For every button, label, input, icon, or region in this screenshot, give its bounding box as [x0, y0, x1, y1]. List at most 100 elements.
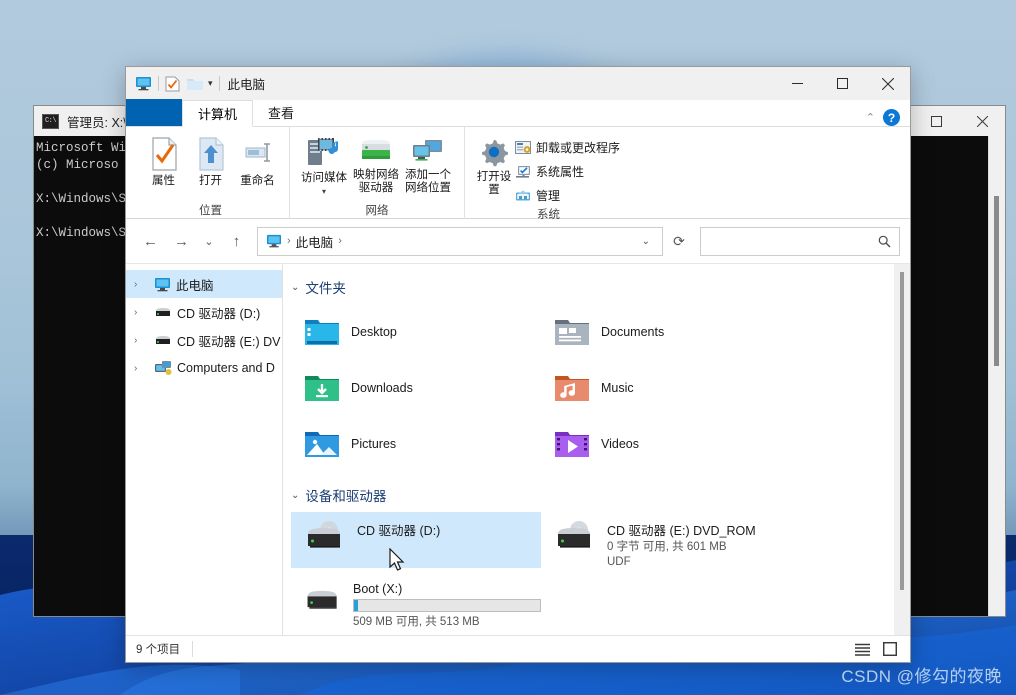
tile-cd-drive-e-capacity: 0 字节 可用, 共 601 MB	[607, 540, 756, 554]
devices-section-chevron-icon[interactable]: ⌄	[291, 490, 299, 501]
tile-boot-x-usage-fill	[354, 600, 358, 611]
new-folder-icon[interactable]	[186, 77, 204, 91]
nav-chevron-icon[interactable]: ›	[134, 363, 149, 374]
item-count: 9 个项目	[136, 641, 193, 657]
properties-button[interactable]: 属性	[140, 132, 187, 188]
map-network-drive-button[interactable]: 映射网络驱动器	[350, 132, 402, 195]
tile-boot-x[interactable]: Boot (X:) 509 MB 可用, 共 513 MB	[291, 574, 541, 635]
nav-chevron-icon[interactable]: ›	[134, 307, 149, 318]
tile-cd-drive-d-text: CD 驱动器 (D:)	[357, 520, 440, 539]
tile-cd-drive-d[interactable]: CD 驱动器 (D:)	[291, 512, 541, 568]
tab-view[interactable]: 查看	[253, 99, 309, 126]
breadcrumb-sep-1: ›	[287, 235, 291, 247]
network-computers-icon	[154, 360, 172, 376]
console-scrollbar-thumb[interactable]	[994, 196, 999, 366]
breadcrumb-this-pc-icon	[266, 234, 282, 248]
navigation-pane[interactable]: › 此电脑 › CD 驱动器 (D	[126, 264, 283, 635]
breadcrumb-sep-2[interactable]: ›	[338, 235, 342, 247]
refresh-button[interactable]: ⟳	[665, 227, 693, 256]
open-button[interactable]: 打开	[187, 132, 234, 188]
tab-file[interactable]	[126, 99, 182, 126]
add-network-location-button[interactable]: 添加一个网络位置	[402, 132, 454, 195]
nav-item-computers-and-devices[interactable]: › Computers and D	[126, 354, 282, 382]
ribbon[interactable]: 属性 打开	[126, 127, 910, 219]
system-properties-icon	[515, 164, 531, 180]
back-button[interactable]: ←	[136, 227, 165, 256]
system-properties-button[interactable]: 系统属性	[515, 161, 620, 182]
nav-item-this-pc-label: 此电脑	[176, 275, 214, 294]
search-box[interactable]	[700, 227, 900, 256]
customize-qat-chevron-icon[interactable]: ▾	[208, 78, 213, 89]
console-close-button[interactable]	[959, 106, 1005, 136]
access-media-button[interactable]: 访问媒体 ▾	[298, 132, 350, 196]
tile-documents[interactable]: Documents	[541, 304, 791, 360]
nav-item-cd-drive-d[interactable]: › CD 驱动器 (D:)	[126, 298, 282, 326]
tab-computer[interactable]: 计算机	[182, 100, 253, 127]
up-button[interactable]: ↑	[222, 227, 251, 256]
view-buttons	[852, 639, 900, 659]
explorer-titlebar[interactable]: ▾ 此电脑	[126, 67, 910, 100]
address-history-chevron-icon[interactable]: ⌄	[634, 236, 658, 247]
tile-downloads[interactable]: Downloads	[291, 360, 541, 416]
breadcrumb-this-pc[interactable]: 此电脑	[296, 232, 334, 251]
properties-check-icon[interactable]	[165, 76, 180, 92]
nav-chevron-icon[interactable]: ›	[134, 335, 149, 346]
open-settings-button[interactable]: 打开设置	[473, 132, 515, 197]
breadcrumb[interactable]: › 此电脑 › ⌄	[257, 227, 663, 256]
console-window-buttons	[913, 106, 1005, 136]
minimize-button[interactable]	[775, 67, 820, 100]
details-view-icon[interactable]	[852, 639, 872, 659]
file-explorer-window[interactable]: ▾ 此电脑 计算机 查看 ⌃ ?	[125, 66, 911, 663]
large-icons-view-icon[interactable]	[880, 639, 900, 659]
recent-locations-chevron-icon[interactable]: ⌄	[198, 227, 220, 256]
address-bar[interactable]: ← → ⌄ ↑ › 此电脑 › ⌄ ⟳	[126, 219, 910, 263]
content-scrollbar-thumb[interactable]	[900, 272, 904, 590]
music-folder-icon	[553, 372, 591, 404]
manage-label: 管理	[536, 187, 560, 204]
tile-cd-drive-d-label: CD 驱动器 (D:)	[357, 520, 440, 539]
tile-pictures[interactable]: Pictures	[291, 416, 541, 472]
close-button[interactable]	[865, 67, 910, 100]
console-maximize-button[interactable]	[913, 106, 959, 136]
manage-button[interactable]: 管理	[515, 185, 620, 206]
explorer-main: › 此电脑 › CD 驱动器 (D	[126, 263, 910, 635]
folders-section-chevron-icon[interactable]: ⌄	[291, 282, 299, 293]
ribbon-tabstrip[interactable]: 计算机 查看 ⌃ ?	[126, 100, 910, 127]
content-scrollbar[interactable]	[894, 264, 910, 635]
window-title: 此电脑	[228, 74, 266, 93]
rename-icon	[240, 136, 276, 172]
nav-chevron-icon[interactable]: ›	[134, 279, 149, 290]
tile-pictures-label: Pictures	[351, 437, 396, 451]
optical-drive-icon	[154, 305, 172, 319]
help-icon[interactable]: ?	[883, 109, 900, 126]
maximize-button[interactable]	[820, 67, 865, 100]
console-scrollbar[interactable]	[988, 136, 1005, 616]
monitor-icon	[154, 277, 171, 292]
search-icon	[878, 235, 891, 248]
tile-boot-x-capacity: 509 MB 可用, 共 513 MB	[353, 615, 541, 629]
access-media-dropdown-icon[interactable]: ▾	[322, 188, 326, 196]
content-pane[interactable]: ⌄ 文件夹 Desktop	[283, 264, 910, 635]
tile-cd-drive-e[interactable]: CD 驱动器 (E:) DVD_ROM 0 字节 可用, 共 601 MB UD…	[541, 512, 829, 574]
properties-label: 属性	[152, 175, 175, 188]
uninstall-change-program-button[interactable]: 卸载或更改程序	[515, 137, 620, 158]
forward-button[interactable]: →	[167, 227, 196, 256]
tile-boot-x-label: Boot (X:)	[353, 582, 541, 596]
tile-videos[interactable]: Videos	[541, 416, 791, 472]
tile-music[interactable]: Music	[541, 360, 791, 416]
nav-item-cd-drive-e-label: CD 驱动器 (E:) DV	[177, 331, 280, 350]
tile-desktop[interactable]: Desktop	[291, 304, 541, 360]
nav-item-cd-drive-e[interactable]: › CD 驱动器 (E:) DV	[126, 326, 282, 354]
devices-section-title: 设备和驱动器	[305, 485, 386, 505]
window-controls	[775, 67, 910, 100]
nav-item-this-pc[interactable]: › 此电脑	[126, 270, 282, 298]
tile-documents-label: Documents	[601, 325, 664, 339]
search-input[interactable]	[709, 234, 878, 248]
watermark: CSDN @修勾的夜晚	[841, 662, 1002, 687]
folders-section-header[interactable]: ⌄ 文件夹	[291, 274, 910, 300]
collapse-ribbon-chevron-icon[interactable]: ⌃	[866, 111, 875, 124]
rename-button[interactable]: 重命名	[234, 132, 281, 188]
open-icon	[194, 136, 228, 172]
devices-section-header[interactable]: ⌄ 设备和驱动器	[291, 482, 910, 508]
this-pc-icon[interactable]	[135, 76, 152, 91]
